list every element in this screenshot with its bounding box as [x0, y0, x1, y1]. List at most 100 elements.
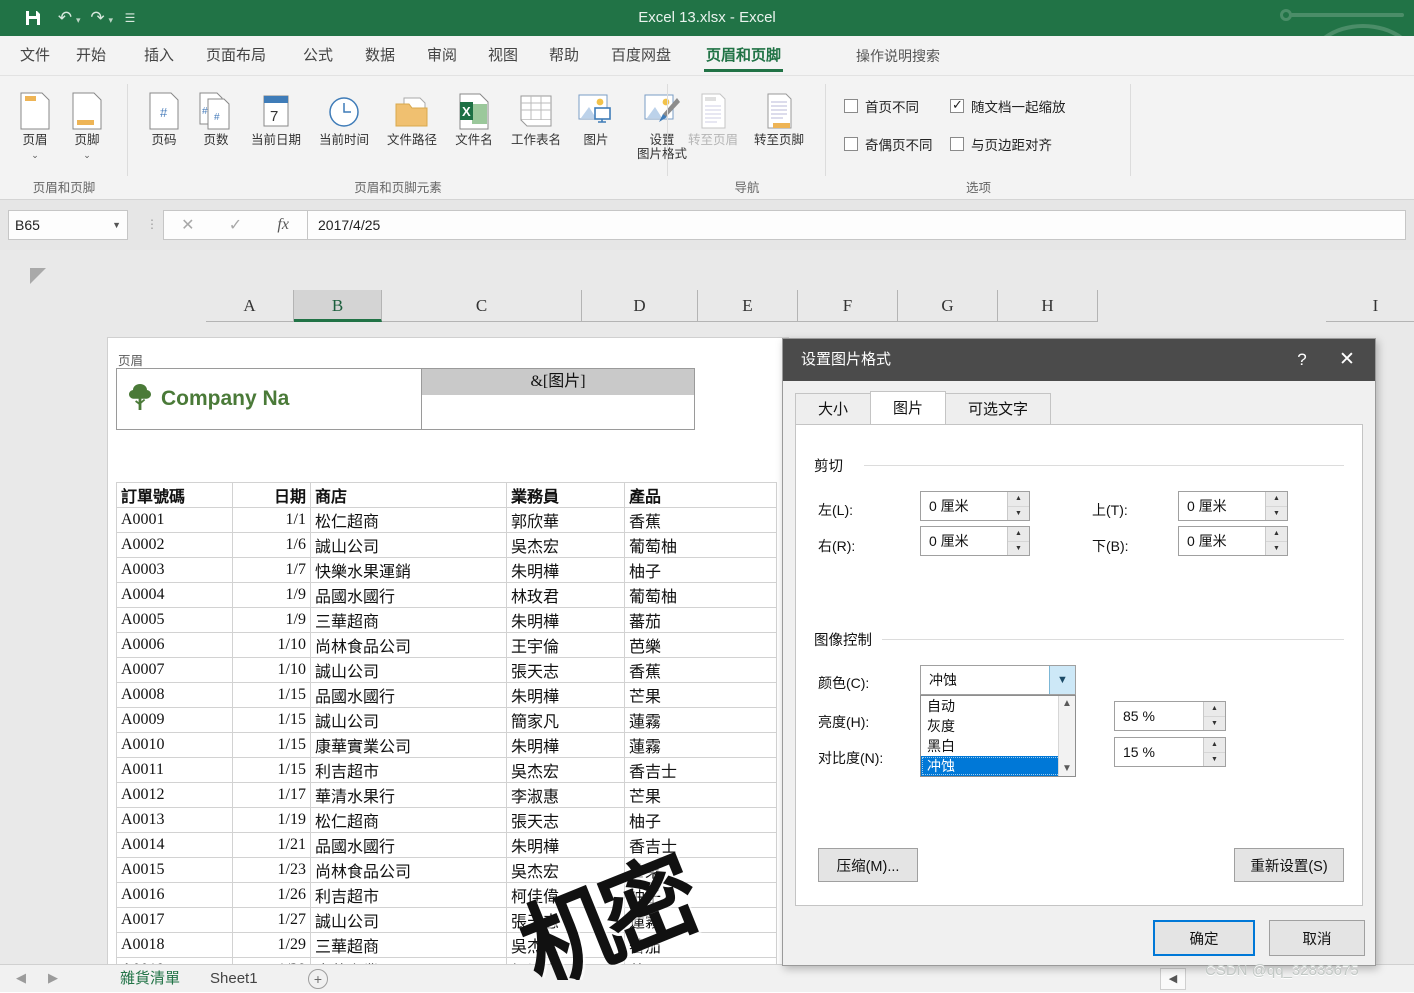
dropdown-option-2[interactable]: 黑白	[921, 736, 1075, 756]
color-combobox[interactable]: 冲蚀 ▼	[920, 665, 1076, 695]
scroll-up-icon[interactable]: ▲	[1062, 698, 1072, 709]
table-row[interactable]: A0012 1/17 華清水果行 李淑惠 芒果	[116, 782, 777, 808]
cell-date[interactable]: 1/15	[232, 707, 311, 733]
cell-salesperson[interactable]: 吳杰宏	[506, 857, 625, 883]
cell-date[interactable]: 1/15	[232, 682, 311, 708]
cell-product[interactable]: 蓮霧	[624, 707, 777, 733]
ribbon-button-current-time[interactable]: 当前时间	[310, 86, 378, 149]
cancel-button[interactable]: 取消	[1269, 920, 1365, 956]
table-row[interactable]: A0010 1/15 康華實業公司 朱明樺 蓮霧	[116, 732, 777, 758]
cell-order[interactable]: A0018	[116, 932, 233, 958]
cell-store[interactable]: 三華超商	[310, 607, 507, 633]
spinner-up-icon[interactable]: ▲	[1008, 492, 1029, 507]
option-align-with-margins[interactable]: 与页边距对齐	[950, 134, 1052, 154]
cell-salesperson[interactable]: 張天志	[506, 657, 625, 683]
option-different-first-page[interactable]: 首页不同	[844, 96, 919, 116]
column-header-a[interactable]: A	[206, 290, 294, 322]
cell-order[interactable]: A0003	[116, 557, 233, 583]
cell-salesperson[interactable]: 柯佳偉	[506, 882, 625, 908]
spinner-down-icon[interactable]: ▼	[1204, 752, 1225, 766]
tab-formulas[interactable]: 公式	[293, 36, 343, 76]
cell-salesperson[interactable]: 吳杰宏	[506, 757, 625, 783]
table-row[interactable]: A0011 1/15 利吉超市 吳杰宏 香吉士	[116, 757, 777, 783]
tab-home[interactable]: 开始	[66, 36, 116, 76]
chevron-down-icon[interactable]: ▼	[1049, 666, 1075, 694]
cell-store[interactable]: 利吉超市	[310, 757, 507, 783]
cell-store[interactable]: 誠山公司	[310, 907, 507, 933]
crop-left-input[interactable]: 0 厘米 ▲ ▼	[920, 491, 1030, 521]
ribbon-button-current-date[interactable]: 7 当前日期	[242, 86, 310, 149]
table-row[interactable]: A0015 1/23 尚林食品公司 吳杰宏 芒果	[116, 857, 777, 883]
cell-store[interactable]: 康華實業公司	[310, 732, 507, 758]
cell-date[interactable]: 1/9	[232, 607, 311, 633]
cell-date[interactable]: 1/10	[232, 657, 311, 683]
cell-salesperson[interactable]: 王宇倫	[506, 632, 625, 658]
cell-order[interactable]: A0011	[116, 757, 233, 783]
cell-order[interactable]: A0002	[116, 532, 233, 558]
table-row[interactable]: A0009 1/15 誠山公司 簡家凡 蓮霧	[116, 707, 777, 733]
spinner-down-icon[interactable]: ▼	[1266, 541, 1287, 555]
crop-bottom-spinner[interactable]: ▲ ▼	[1265, 527, 1287, 555]
cell-product[interactable]: 柚子	[624, 882, 777, 908]
ribbon-button-page-count[interactable]: # # 页数	[190, 86, 242, 149]
spinner-down-icon[interactable]: ▼	[1266, 506, 1287, 520]
spinner-down-icon[interactable]: ▼	[1204, 716, 1225, 730]
tab-page-layout[interactable]: 页面布局	[196, 36, 276, 76]
tell-me-search[interactable]: 操作说明搜索	[856, 36, 940, 76]
dropdown-option-1[interactable]: 灰度	[921, 716, 1075, 736]
cell-product[interactable]: 蕃茄	[624, 932, 777, 958]
ribbon-button-file-path[interactable]: 文件路径	[378, 86, 446, 149]
cell-date[interactable]: 1/1	[232, 507, 311, 533]
cell-salesperson[interactable]: 朱明樺	[506, 732, 625, 758]
tab-view[interactable]: 视图	[478, 36, 528, 76]
cell-order[interactable]: A0016	[116, 882, 233, 908]
cell-order[interactable]: A0001	[116, 507, 233, 533]
next-sheet-icon[interactable]: ▶	[48, 970, 58, 986]
table-row[interactable]: A0005 1/9 三華超商 朱明樺 蕃茄	[116, 607, 777, 633]
ribbon-button-footer[interactable]: 页脚 ⌄	[62, 86, 112, 161]
cell-date[interactable]: 1/23	[232, 857, 311, 883]
contrast-input[interactable]: 15 % ▲ ▼	[1114, 737, 1226, 767]
cell-salesperson[interactable]: 張天志	[506, 907, 625, 933]
cell-order[interactable]: A0009	[116, 707, 233, 733]
tab-data[interactable]: 数据	[355, 36, 405, 76]
cell-product[interactable]: 芭樂	[624, 632, 777, 658]
ribbon-button-header[interactable]: 页眉 ⌄	[10, 86, 60, 161]
dropdown-scrollbar[interactable]: ▲ ▼	[1058, 696, 1075, 776]
cell-store[interactable]: 品國水國行	[310, 682, 507, 708]
cell-store[interactable]: 尚林食品公司	[310, 632, 507, 658]
cell-product[interactable]: 柚子	[624, 807, 777, 833]
insert-function-icon[interactable]: fx	[259, 216, 307, 234]
color-dropdown-list[interactable]: 自动 灰度 黑白 冲蚀 ▲ ▼	[920, 695, 1076, 777]
cell-store[interactable]: 尚林食品公司	[310, 857, 507, 883]
tab-baidu-netdisk[interactable]: 百度网盘	[601, 36, 681, 76]
crop-top-spinner[interactable]: ▲ ▼	[1265, 492, 1287, 520]
cell-store[interactable]: 誠山公司	[310, 532, 507, 558]
cell-order[interactable]: A0010	[116, 732, 233, 758]
cell-date[interactable]: 1/27	[232, 907, 311, 933]
spinner-down-icon[interactable]: ▼	[1008, 541, 1029, 555]
cell-order[interactable]: A0005	[116, 607, 233, 633]
table-row[interactable]: A0007 1/10 誠山公司 張天志 香蕉	[116, 657, 777, 683]
chevron-down-icon[interactable]: ⌄	[83, 150, 91, 161]
cancel-formula-icon[interactable]: ✕	[164, 215, 212, 235]
cell-store[interactable]: 快樂水果運銷	[310, 557, 507, 583]
ribbon-button-file-name[interactable]: X 文件名	[446, 86, 502, 149]
cell-store[interactable]: 三華超商	[310, 932, 507, 958]
chevron-down-icon[interactable]: ▼	[112, 220, 121, 230]
brightness-spinner[interactable]: ▲ ▼	[1203, 702, 1225, 730]
tab-review[interactable]: 审阅	[417, 36, 467, 76]
spinner-up-icon[interactable]: ▲	[1204, 738, 1225, 753]
column-header-c[interactable]: C	[382, 290, 582, 322]
spinner-down-icon[interactable]: ▼	[1008, 506, 1029, 520]
cell-date[interactable]: 1/19	[232, 807, 311, 833]
cell-order[interactable]: A0007	[116, 657, 233, 683]
reset-button[interactable]: 重新设置(S)	[1234, 848, 1344, 882]
header-picture-field-code[interactable]: &[图片]	[422, 369, 694, 395]
tab-insert[interactable]: 插入	[134, 36, 184, 76]
ribbon-button-picture[interactable]: 图片	[570, 86, 622, 149]
scroll-down-icon[interactable]: ▼	[1062, 763, 1072, 774]
cell-store[interactable]: 松仁超商	[310, 507, 507, 533]
close-icon[interactable]: ✕	[1325, 339, 1369, 381]
column-header-h[interactable]: H	[998, 290, 1098, 322]
